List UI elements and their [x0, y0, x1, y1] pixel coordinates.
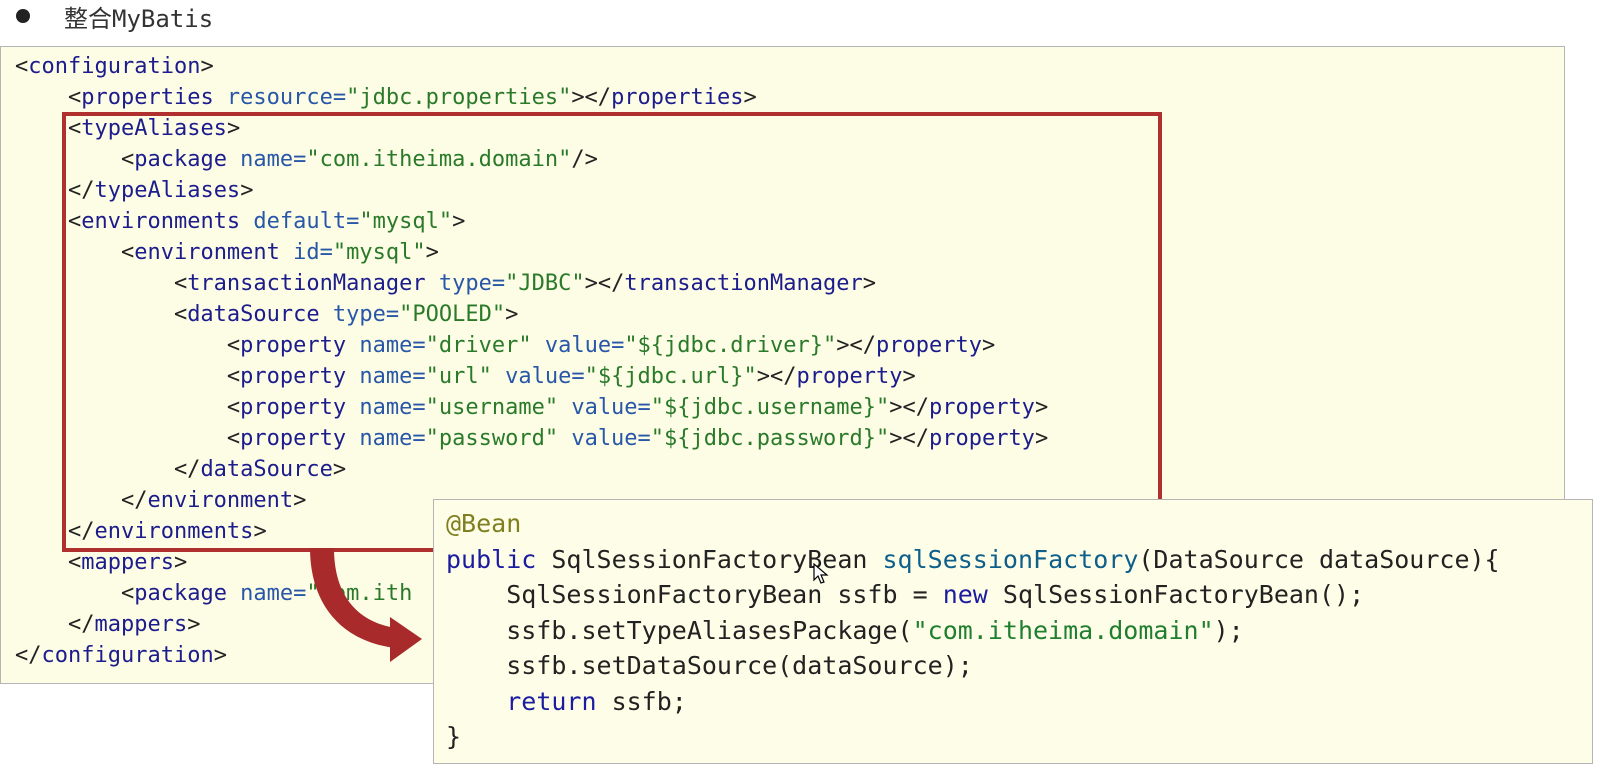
code-token: ); — [1213, 615, 1244, 645]
code-line: ssfb.setDataSource(dataSource); — [446, 648, 1500, 684]
java-code-lines: @Bean public SqlSessionFactoryBean sqlSes… — [446, 506, 1500, 755]
code-token: configuration — [41, 643, 214, 668]
code-token: sqlSessionFactory — [882, 544, 1139, 574]
code-token: ssfb; — [596, 686, 687, 716]
mouse-cursor-icon — [813, 563, 829, 584]
code-token: mappers — [81, 550, 174, 575]
code-token: > — [743, 85, 757, 110]
code-token: < — [15, 550, 82, 575]
code-token: ssfb.setTypeAliasesPackage( — [446, 615, 913, 645]
code-token: } — [446, 722, 462, 751]
code-token: > — [187, 612, 201, 637]
code-token: mappers — [94, 612, 188, 637]
code-token: ></ — [571, 85, 612, 110]
code-token: "jdbc.properties" — [346, 85, 572, 110]
code-line: return ssfb; — [446, 684, 1500, 720]
code-line: <configuration> — [15, 51, 1048, 82]
java-config-code-panel: @Bean public SqlSessionFactoryBean sqlSes… — [433, 499, 1593, 764]
code-token: configuration — [28, 54, 201, 79]
code-token: > — [200, 54, 214, 79]
code-token: package — [134, 581, 227, 606]
code-token: > — [213, 643, 227, 668]
code-token: (DataSource dataSource){ — [1138, 544, 1500, 574]
code-token: < — [15, 581, 135, 606]
slide-heading: 整合MyBatis — [16, 0, 214, 33]
code-token: return — [506, 686, 597, 716]
highlight-frame — [62, 112, 1162, 552]
code-token: name= — [226, 581, 307, 606]
code-token: SqlSessionFactoryBean(); — [987, 580, 1365, 609]
code-line: @Bean — [446, 506, 1500, 542]
bullet-icon — [16, 9, 30, 23]
code-token: new — [942, 580, 988, 609]
code-token: properties — [81, 85, 214, 110]
code-token: properties — [611, 85, 744, 110]
code-token: ssfb.setDataSource(dataSource); — [446, 651, 973, 680]
code-line: ssfb.setTypeAliasesPackage("com.itheima.… — [446, 613, 1500, 649]
curved-arrow-icon — [310, 548, 422, 662]
code-token: public — [446, 544, 537, 574]
code-line: <properties resource="jdbc.properties"><… — [15, 82, 1048, 113]
code-token: < — [15, 54, 29, 79]
code-line: } — [446, 719, 1500, 755]
code-line: public SqlSessionFactoryBean sqlSessionF… — [446, 542, 1500, 578]
heading-text: 整合MyBatis — [64, 4, 214, 33]
code-token: < — [15, 85, 82, 110]
code-token: </ — [15, 612, 95, 637]
code-token: "com.itheima.domain" — [912, 615, 1214, 645]
code-token: resource= — [213, 85, 347, 110]
code-token: </ — [15, 643, 42, 668]
code-token: SqlSessionFactoryBean ssfb = — [446, 580, 943, 609]
code-token: > — [173, 550, 188, 575]
code-token: SqlSessionFactoryBean — [536, 544, 883, 574]
code-token: @Bean — [446, 509, 522, 538]
code-line: SqlSessionFactoryBean ssfb = new SqlSess… — [446, 577, 1500, 613]
